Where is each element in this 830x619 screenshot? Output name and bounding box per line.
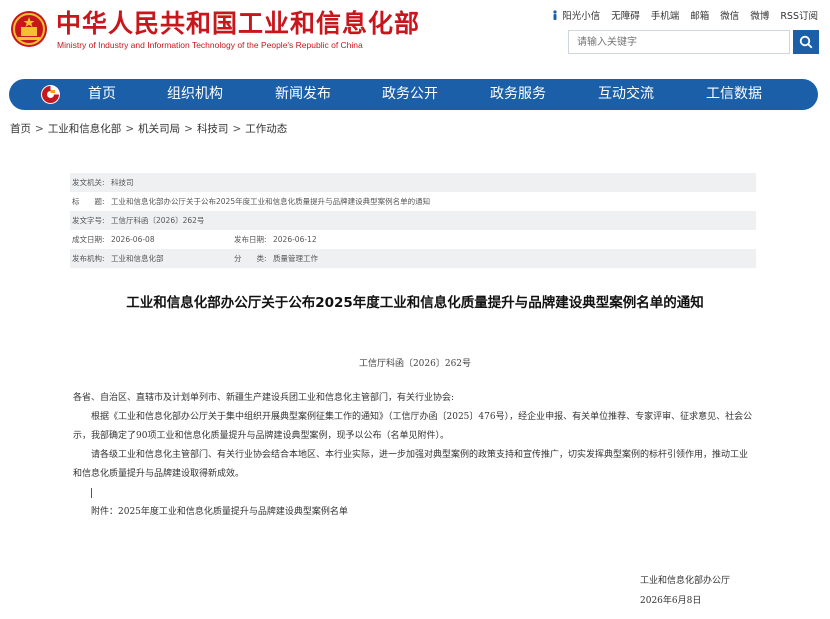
- article-docno: 工信厅科函〔2026〕262号: [358, 359, 472, 369]
- meta-label: 成文日期:: [72, 235, 105, 244]
- breadcrumb-ministry[interactable]: 工业和信息化部: [48, 123, 122, 135]
- meta-published-date: 2026-06-12: [273, 235, 317, 244]
- nav-interaction[interactable]: 互动交流: [598, 79, 654, 110]
- top-link-mail[interactable]: 邮箱: [690, 8, 709, 22]
- breadcrumb-departments[interactable]: 机关司局: [138, 123, 180, 135]
- site-title[interactable]: 中华人民共和国工业和信息化部: [56, 10, 420, 38]
- meta-category: 质量管理工作: [273, 254, 318, 263]
- nav-data[interactable]: 工信数据: [706, 79, 762, 110]
- top-link-mobile[interactable]: 手机端: [651, 8, 680, 22]
- top-link-accessibility[interactable]: 无障碍: [611, 8, 640, 22]
- search-input[interactable]: [568, 30, 790, 54]
- article-salutation: 各省、自治区、直辖市及计划单列市、新疆生产建设兵团工业和信息化主管部门，有关行业…: [73, 393, 455, 403]
- meta-label: 发布机构:: [72, 254, 105, 263]
- meta-label: 发文机关:: [72, 178, 105, 187]
- breadcrumb-science-dept[interactable]: 科技司: [197, 123, 229, 135]
- meta-row-dates: 成文日期: 2026-06-08 发布日期: 2026-06-12: [70, 230, 756, 249]
- article-attachment[interactable]: 附件：2025年度工业和信息化质量提升与品牌建设典型案例名单: [73, 503, 753, 522]
- top-link-sunshine[interactable]: 阳光小信: [551, 8, 600, 22]
- top-links: 阳光小信 无障碍 手机端 邮箱 微信 微博 RSS订阅: [551, 8, 818, 22]
- meta-created-date: 2026-06-08: [111, 235, 155, 244]
- meta-row-org: 发布机构: 工业和信息化部 分 类: 质量管理工作: [70, 249, 756, 268]
- nav-home[interactable]: 首页: [88, 79, 116, 110]
- meta-title: 工业和信息化部办公厅关于公布2025年度工业和信息化质量提升与品牌建设典型案例名…: [111, 197, 431, 206]
- search-button[interactable]: [793, 30, 819, 54]
- breadcrumb-home[interactable]: 首页: [10, 123, 31, 135]
- accessibility-icon: [553, 10, 557, 20]
- signature-date: 2026年6月8日: [640, 596, 702, 606]
- top-link-rss[interactable]: RSS订阅: [780, 8, 818, 22]
- article-paragraph-1: 根据《工业和信息化部办公厅关于集中组织开展典型案例征集工作的通知》（工信厅办函〔…: [73, 412, 753, 441]
- nav-news[interactable]: 新闻发布: [275, 79, 331, 110]
- meta-row-title: 标 题: 工业和信息化部办公厅关于公布2025年度工业和信息化质量提升与品牌建设…: [70, 192, 756, 211]
- meta-row-issuer: 发文机关: 科技司: [70, 173, 756, 192]
- meta-label: 标 题:: [72, 197, 105, 206]
- text-cursor-line: [73, 484, 753, 503]
- top-link-weibo[interactable]: 微博: [750, 8, 769, 22]
- meta-row-docno: 发文字号: 工信厅科函〔2026〕262号: [70, 211, 756, 230]
- site-subtitle: Ministry of Industry and Information Tec…: [57, 40, 363, 50]
- top-link-wechat[interactable]: 微信: [720, 8, 739, 22]
- breadcrumb: 首页 > 工业和信息化部 > 机关司局 > 科技司 > 工作动态: [10, 123, 288, 135]
- signature-org: 工业和信息化部办公厅: [640, 576, 731, 586]
- meta-label: 分 类:: [234, 254, 267, 263]
- main-nav: 首页 组织机构 新闻发布 政务公开 政务服务 互动交流 工信数据: [9, 79, 818, 110]
- article-signature: 工业和信息化部办公厅 2026年6月8日: [640, 571, 730, 611]
- meta-label: 发文字号:: [72, 216, 105, 225]
- meta-docno: 工信厅科函〔2026〕262号: [111, 216, 205, 225]
- meta-org: 工业和信息化部: [111, 254, 164, 263]
- meta-issuer: 科技司: [111, 178, 134, 187]
- national-emblem-icon: [10, 10, 48, 48]
- text-cursor: [91, 487, 92, 498]
- search-icon: [799, 35, 813, 49]
- article-title: 工业和信息化部办公厅关于公布2025年度工业和信息化质量提升与品牌建设典型案例名…: [126, 295, 704, 311]
- article-paragraph-2: 请各级工业和信息化主管部门、有关行业协会结合本地区、本行业实际，进一步加强对典型…: [73, 450, 749, 479]
- breadcrumb-work-updates[interactable]: 工作动态: [245, 123, 287, 135]
- document-meta-table: 发文机关: 科技司 标 题: 工业和信息化部办公厅关于公布2025年度工业和信息…: [70, 173, 756, 268]
- article-body: 各省、自治区、直辖市及计划单列市、新疆生产建设兵团工业和信息化主管部门，有关行业…: [73, 389, 753, 522]
- nav-gov-affairs[interactable]: 政务公开: [382, 79, 438, 110]
- nav-organization[interactable]: 组织机构: [167, 79, 223, 110]
- nav-gov-services[interactable]: 政务服务: [490, 79, 546, 110]
- meta-label: 发布日期:: [234, 235, 267, 244]
